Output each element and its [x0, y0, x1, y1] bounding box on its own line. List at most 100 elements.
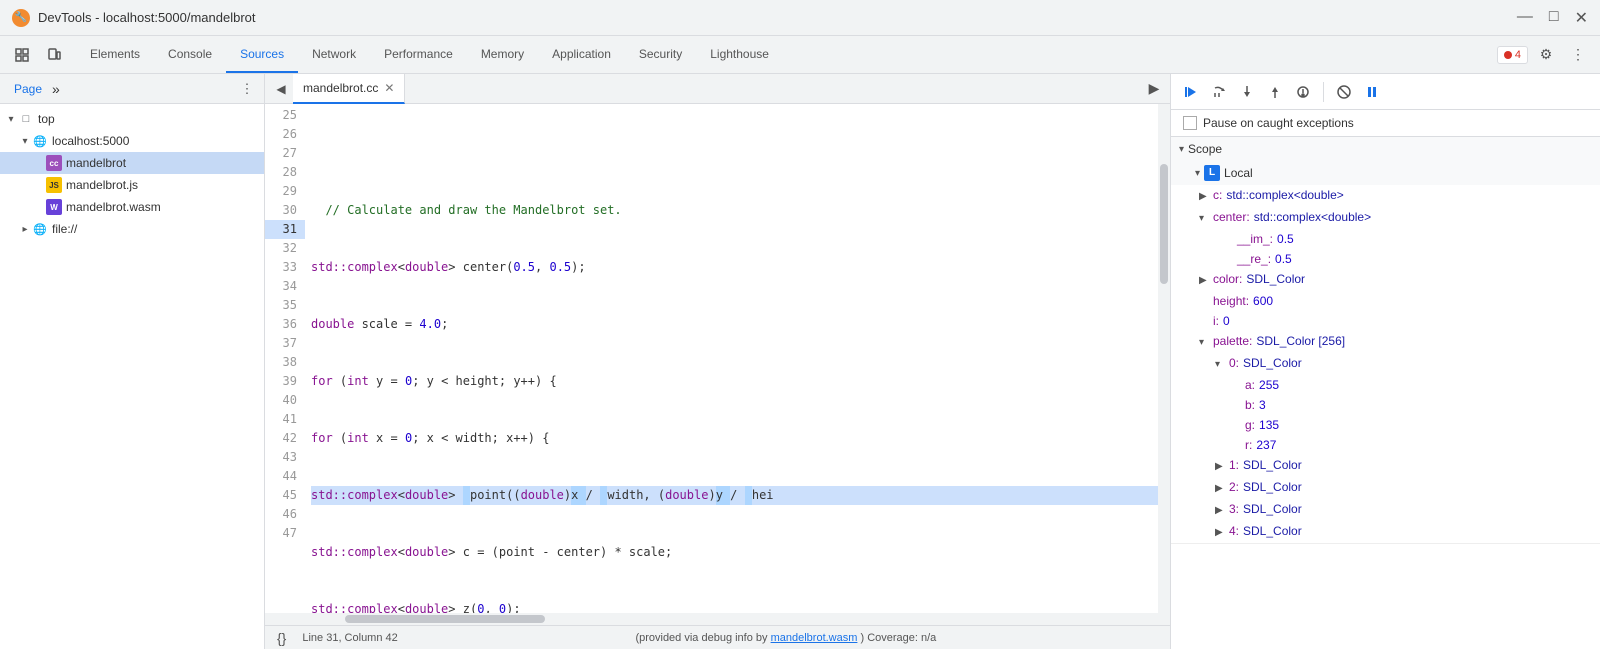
- error-badge[interactable]: 4: [1497, 46, 1528, 64]
- center-im-key: __im_:: [1237, 230, 1273, 248]
- line-num-46: 46: [265, 505, 305, 524]
- inspect-icon[interactable]: [8, 41, 36, 69]
- run-icon[interactable]: ▶: [1142, 77, 1166, 101]
- scope-i[interactable]: i: 0: [1171, 311, 1600, 331]
- palette-0-r-value: 237: [1256, 436, 1276, 454]
- tab-network[interactable]: Network: [298, 36, 370, 73]
- c-key: c:: [1213, 186, 1222, 204]
- line-num-38: 38: [265, 353, 305, 372]
- tab-sources[interactable]: Sources: [226, 36, 298, 73]
- tab-security[interactable]: Security: [625, 36, 696, 73]
- code-lines[interactable]: // Calculate and draw the Mandelbrot set…: [305, 104, 1158, 613]
- palette-4-value: SDL_Color: [1243, 522, 1302, 540]
- line-num-31: 31: [265, 220, 305, 239]
- step-button[interactable]: [1291, 80, 1315, 104]
- device-toolbar-icon[interactable]: [40, 41, 68, 69]
- tree-item-mandelbrot[interactable]: cc mandelbrot: [0, 152, 264, 174]
- pause-exceptions-label: Pause on caught exceptions: [1203, 116, 1354, 130]
- scope-c[interactable]: ▶ c: std::complex<double>: [1171, 185, 1600, 207]
- tab-elements[interactable]: Elements: [76, 36, 154, 73]
- resume-button[interactable]: [1179, 80, 1203, 104]
- tree-item-mandelbrot-js[interactable]: JS mandelbrot.js: [0, 174, 264, 196]
- source-link[interactable]: mandelbrot.wasm: [771, 632, 858, 644]
- settings-icon[interactable]: ⚙: [1532, 41, 1560, 69]
- scope-palette-0[interactable]: ▾ 0: SDL_Color: [1171, 353, 1600, 375]
- line-num-28: 28: [265, 163, 305, 182]
- scope-palette-0-g[interactable]: g: 135: [1171, 415, 1600, 435]
- palette-value: SDL_Color [256]: [1256, 332, 1345, 350]
- tree-item-file[interactable]: 🌐 file://: [0, 218, 264, 240]
- status-bar: {} Line 31, Column 42 (provided via debu…: [265, 625, 1170, 649]
- scope-palette-0-b[interactable]: b: 3: [1171, 395, 1600, 415]
- palette-0-key: 0:: [1229, 354, 1239, 372]
- code-line-27: std::complex<double> center(0.5, 0.5);: [311, 258, 1158, 277]
- file-js-icon: JS: [46, 177, 62, 193]
- minimize-button[interactable]: —: [1517, 8, 1533, 28]
- horizontal-scrollbar[interactable]: [265, 613, 1170, 625]
- scope-palette-4[interactable]: ▶ 4: SDL_Color: [1171, 521, 1600, 543]
- scope-palette[interactable]: ▾ palette: SDL_Color [256]: [1171, 331, 1600, 353]
- tab-console[interactable]: Console: [154, 36, 226, 73]
- tree-label-top: top: [38, 112, 55, 126]
- globe-icon-localhost: 🌐: [32, 133, 48, 149]
- tree-label-file: file://: [52, 222, 77, 236]
- window-controls[interactable]: — □ ✕: [1517, 8, 1588, 28]
- line-num-29: 29: [265, 182, 305, 201]
- sidebar-menu-icon[interactable]: ⋮: [238, 80, 256, 98]
- palette-0-a-key: a:: [1245, 376, 1255, 394]
- scrollbar-thumb-v[interactable]: [1160, 164, 1168, 284]
- scope-center-im[interactable]: __im_: 0.5: [1171, 229, 1600, 249]
- scope-palette-2[interactable]: ▶ 2: SDL_Color: [1171, 477, 1600, 499]
- pause-button[interactable]: [1360, 80, 1384, 104]
- line-num-30: 30: [265, 201, 305, 220]
- tab-memory[interactable]: Memory: [467, 36, 538, 73]
- step-out-button[interactable]: [1263, 80, 1287, 104]
- format-icon[interactable]: {}: [277, 630, 286, 646]
- tab-performance[interactable]: Performance: [370, 36, 467, 73]
- maximize-button[interactable]: □: [1549, 8, 1559, 28]
- scope-section-local: ▾ L Local ▶ c: std::complex<double> ▾ ce…: [1171, 161, 1600, 544]
- scope-color[interactable]: ▶ color: SDL_Color: [1171, 269, 1600, 291]
- palette-0-arrow: ▾: [1215, 356, 1225, 374]
- deactivate-button[interactable]: [1332, 80, 1356, 104]
- page-tab[interactable]: Page: [8, 82, 48, 96]
- tab-close-icon[interactable]: ✕: [384, 81, 394, 95]
- debug-toolbar: [1171, 74, 1600, 110]
- vertical-scrollbar[interactable]: [1158, 104, 1170, 613]
- tree-item-top[interactable]: □ top: [0, 108, 264, 130]
- editor-tab-mandelbrot-cc[interactable]: mandelbrot.cc ✕: [293, 74, 405, 104]
- tab-application[interactable]: Application: [538, 36, 625, 73]
- scope-center-re[interactable]: __re_: 0.5: [1171, 249, 1600, 269]
- local-header[interactable]: ▾ L Local: [1171, 161, 1600, 185]
- line-num-43: 43: [265, 448, 305, 467]
- scope-height[interactable]: height: 600: [1171, 291, 1600, 311]
- line-num-39: 39: [265, 372, 305, 391]
- i-key: i:: [1213, 312, 1219, 330]
- tab-nav-back[interactable]: ◀: [269, 77, 293, 101]
- scope-palette-1[interactable]: ▶ 1: SDL_Color: [1171, 455, 1600, 477]
- step-over-button[interactable]: [1207, 80, 1231, 104]
- more-icon[interactable]: ⋮: [1564, 41, 1592, 69]
- line-num-33: 33: [265, 258, 305, 277]
- scope-palette-3[interactable]: ▶ 3: SDL_Color: [1171, 499, 1600, 521]
- tree-item-mandelbrot-wasm[interactable]: W mandelbrot.wasm: [0, 196, 264, 218]
- scope-palette-0-r[interactable]: r: 237: [1171, 435, 1600, 455]
- close-button[interactable]: ✕: [1575, 8, 1588, 28]
- tree-item-localhost[interactable]: 🌐 localhost:5000: [0, 130, 264, 152]
- sidebar-more[interactable]: »: [52, 81, 60, 97]
- pause-exceptions-checkbox[interactable]: [1183, 116, 1197, 130]
- c-arrow: ▶: [1199, 188, 1209, 206]
- line-num-45: 45: [265, 486, 305, 505]
- scrollbar-thumb-h[interactable]: [345, 615, 545, 623]
- palette-0-b-key: b:: [1245, 396, 1255, 414]
- step-into-button[interactable]: [1235, 80, 1259, 104]
- scope-main-header[interactable]: ▾ Scope: [1171, 137, 1600, 161]
- local-icon: L: [1204, 165, 1220, 181]
- line-num-42: 42: [265, 429, 305, 448]
- center-re-value: 0.5: [1275, 250, 1292, 268]
- scope-center[interactable]: ▾ center: std::complex<double>: [1171, 207, 1600, 229]
- code-line-25: [311, 144, 1158, 163]
- scope-palette-0-a[interactable]: a: 255: [1171, 375, 1600, 395]
- tree-arrow-top: [4, 114, 18, 125]
- tab-lighthouse[interactable]: Lighthouse: [696, 36, 783, 73]
